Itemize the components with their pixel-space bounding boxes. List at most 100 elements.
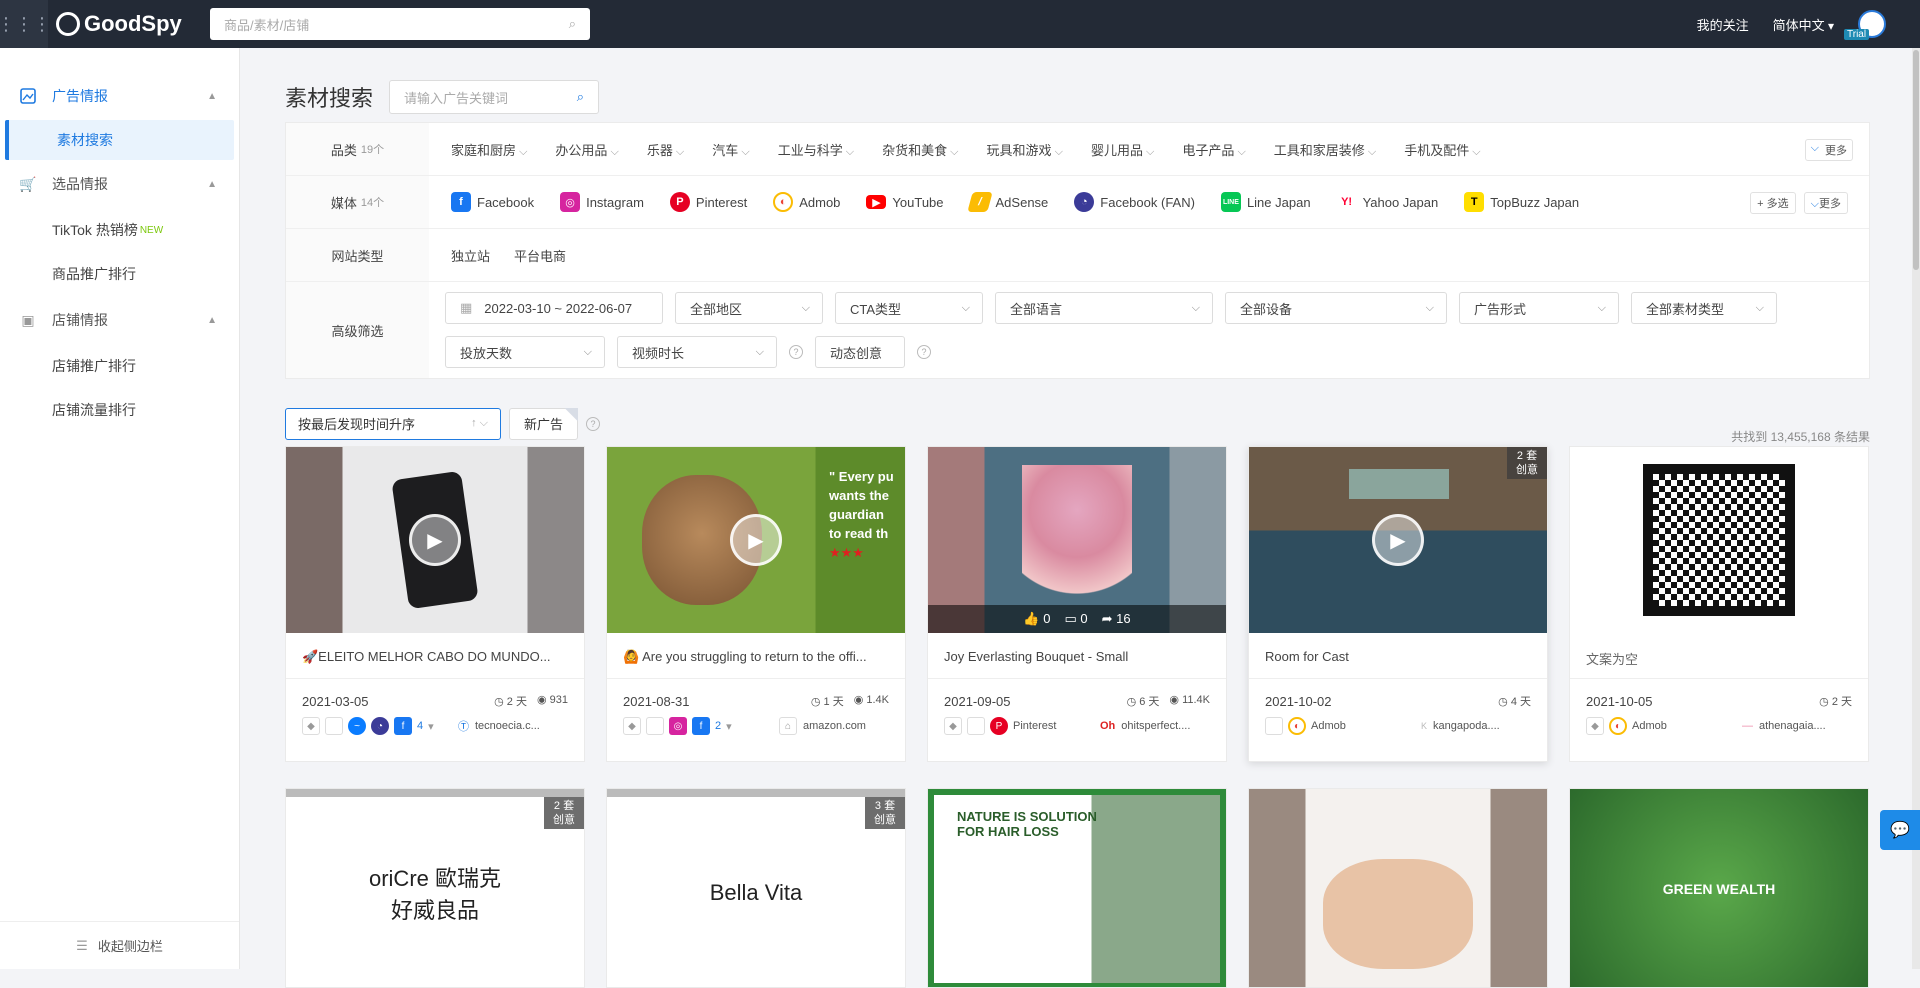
region-select[interactable]: 全部地区 ⌵ (675, 292, 823, 324)
play-icon[interactable]: ▶ (409, 514, 461, 566)
bouquet-image (1022, 465, 1132, 615)
cart-icon: 🛒 (19, 175, 37, 192)
search-icon[interactable]: ⌕ (577, 89, 584, 105)
media-adsense[interactable]: / AdSense (966, 192, 1048, 212)
help-icon[interactable]: ? (586, 416, 601, 431)
device-select[interactable]: 全部设备 ⌵ (1225, 292, 1447, 324)
sidebar-group-ad-intel[interactable]: 广告情报 ▲ (0, 72, 239, 120)
help-icon[interactable]: ? (917, 345, 931, 359)
media-topbuzz-japan[interactable]: T TopBuzz Japan (1464, 192, 1579, 212)
new-ad-toggle[interactable]: 新广告 (509, 407, 579, 440)
media-yahoo-japan[interactable]: Y! Yahoo Japan (1336, 192, 1438, 212)
media-instagram[interactable]: ◎ Instagram (560, 192, 644, 212)
goodspy-logo[interactable]: GoodSpy (56, 11, 210, 37)
cta-select[interactable]: CTA类型 ⌵ (835, 292, 983, 324)
category-option[interactable]: 玩具和游戏 (987, 140, 1063, 159)
admob-icon: ◐ (1288, 717, 1306, 735)
search-icon[interactable]: ⌕ (569, 16, 576, 32)
ad-card[interactable]: Bella Vita 3 套 创意 (606, 788, 906, 988)
advertiser-site[interactable]: ⌂ amazon.com (779, 717, 889, 735)
dynamic-creative-toggle[interactable]: 动态创意 (815, 336, 905, 368)
category-option[interactable]: 家庭和厨房 (451, 140, 527, 159)
advertiser-site[interactable]: Ⓣtecnoecia.c... (458, 718, 568, 734)
user-avatar[interactable]: Trial (1844, 10, 1886, 40)
site-type-independent[interactable]: 独立站 (451, 246, 490, 265)
ad-thumbnail[interactable]: 👍 0 ▭ 0 ➦ 16 (928, 447, 1226, 633)
ad-thumbnail[interactable]: " Every pu wants the guardian to read th… (607, 447, 905, 633)
sidebar-item-store-rank[interactable]: 店铺推广排行 (0, 344, 239, 388)
keyword-search-input[interactable]: 请输入广告关键词 ⌕ (389, 80, 600, 114)
creative-count-badge: 3 套 创意 (865, 797, 905, 829)
collapse-sidebar-button[interactable]: ☰ 收起侧边栏 (0, 921, 239, 969)
ad-thumbnail[interactable]: NATURE IS SOLUTION FOR HAIR LOSS (928, 789, 1226, 987)
advertiser-site[interactable]: — athenagaia.... (1742, 720, 1852, 732)
category-option[interactable]: 乐器 (647, 140, 684, 159)
media-youtube[interactable]: ▶ YouTube (866, 195, 944, 210)
advertiser-site[interactable]: Oh ohitsperfect.... (1100, 720, 1210, 732)
ad-thumbnail[interactable]: ▶ (286, 447, 584, 633)
category-option[interactable]: 工具和家居装修 (1274, 140, 1376, 159)
category-option[interactable]: 办公用品 (555, 140, 618, 159)
category-option[interactable]: 杂货和美食 (882, 140, 958, 159)
play-icon[interactable]: ▶ (730, 514, 782, 566)
ad-thumbnail[interactable]: GREEN WEALTH (1570, 789, 1868, 987)
ad-card[interactable] (1248, 788, 1548, 988)
ad-thumbnail[interactable] (1249, 789, 1547, 987)
play-icon[interactable]: ▶ (1372, 514, 1424, 566)
my-follows-link[interactable]: 我的关注 (1697, 15, 1749, 34)
chevron-up-icon: ▲ (207, 314, 217, 326)
date-range-picker[interactable]: ▦ 2022-03-10 ~ 2022-06-07 (445, 292, 663, 324)
sidebar-group-store-intel[interactable]: ▣ 店铺情报 ▲ (0, 296, 239, 344)
category-option[interactable]: 工业与科学 (778, 140, 854, 159)
topbuzz-icon: T (1464, 192, 1485, 212)
category-option[interactable]: 电子产品 (1182, 140, 1245, 159)
ad-card[interactable]: oriCre 歐瑞克好威良品 2 套 创意 (285, 788, 585, 988)
sidebar-item-material-search[interactable]: 素材搜索 (5, 120, 234, 160)
views-icon: ◉ 1.4K (853, 694, 889, 706)
sidebar-item-tiktok[interactable]: TikTok 热销榜 NEW (0, 208, 239, 252)
category-option[interactable]: 婴儿用品 (1091, 140, 1154, 159)
ad-format-select[interactable]: 广告形式 ⌵ (1459, 292, 1619, 324)
sidebar-item-store-traffic[interactable]: 店铺流量排行 (0, 388, 239, 432)
language-selector[interactable]: 简体中文 (1773, 15, 1834, 34)
video-length-select[interactable]: 视频时长 ⌵ (617, 336, 777, 368)
sidebar-group-product-intel[interactable]: 🛒 选品情报 ▲ (0, 160, 239, 208)
site-type-platform[interactable]: 平台电商 (514, 246, 566, 265)
days-select[interactable]: 投放天数 ⌵ (445, 336, 605, 368)
media-admob[interactable]: ◐ Admob (773, 192, 840, 212)
global-search-input[interactable]: 商品/素材/店铺 ⌕ (210, 8, 590, 40)
chevron-down-icon: ⌵ (801, 301, 810, 314)
site-logo-icon: K (1421, 721, 1428, 731)
ad-card[interactable]: GREEN WEALTH (1569, 788, 1869, 988)
apps-grid-icon[interactable]: ⋮⋮⋮ (0, 0, 51, 48)
ad-thumbnail[interactable]: oriCre 歐瑞克好威良品 2 套 创意 (286, 789, 584, 987)
chat-support-button[interactable]: 💬 (1880, 810, 1920, 850)
help-icon[interactable]: ? (789, 345, 803, 359)
language-select[interactable]: 全部语言 ⌵ (995, 292, 1213, 324)
advertiser-site[interactable]: Kkangapoda.... (1421, 720, 1531, 732)
ad-thumbnail[interactable] (1570, 447, 1868, 633)
admob-icon: ◐ (773, 192, 794, 212)
sort-select[interactable]: 按最后发现时间升序 ↑ ⌵ (285, 407, 501, 440)
media-pinterest[interactable]: P Pinterest (669, 192, 747, 212)
ad-card[interactable]: NATURE IS SOLUTION FOR HAIR LOSS (927, 788, 1227, 988)
media-facebook[interactable]: f Facebook (451, 192, 534, 212)
category-more-button[interactable]: ⌵ 更多 (1804, 139, 1853, 161)
ad-card[interactable]: 👍 0 ▭ 0 ➦ 16 Joy Everlasting Bouquet - S… (927, 446, 1227, 762)
ad-card[interactable]: ▶ 🚀ELEITO MELHOR CABO DO MUNDO... 2021-0… (285, 446, 585, 762)
media-line-japan[interactable]: LINE Line Japan (1220, 192, 1311, 212)
site-logo-icon: Ⓣ (458, 721, 469, 733)
category-option[interactable]: 汽车 (712, 140, 749, 159)
media-facebook-fan[interactable]: ◔ Facebook (FAN) (1074, 192, 1195, 212)
category-option[interactable]: 手机及配件 (1404, 140, 1480, 159)
ad-card[interactable]: ▶ 2 套 创意 Room for Cast 2021-10-02 ◷ 4 天 ◐… (1248, 446, 1548, 762)
media-more-button[interactable]: ⌵更多 (1803, 192, 1848, 214)
ad-card[interactable]: 文案为空 2021-10-05 ◷ 2 天 ◆ ◐ Admob — athenagaia.… (1569, 446, 1869, 762)
ad-thumbnail[interactable]: ▶ 2 套 创意 (1249, 447, 1547, 633)
filter-row-site-type: 网站类型 独立站 平台电商 (286, 229, 1869, 282)
ad-thumbnail[interactable]: Bella Vita 3 套 创意 (607, 789, 905, 987)
material-type-select[interactable]: 全部素材类型 ⌵ (1631, 292, 1777, 324)
ad-card[interactable]: " Every pu wants the guardian to read th… (606, 446, 906, 762)
media-multi-select-button[interactable]: + 多选 (1750, 192, 1796, 214)
sidebar-item-product-rank[interactable]: 商品推广排行 (0, 252, 239, 296)
